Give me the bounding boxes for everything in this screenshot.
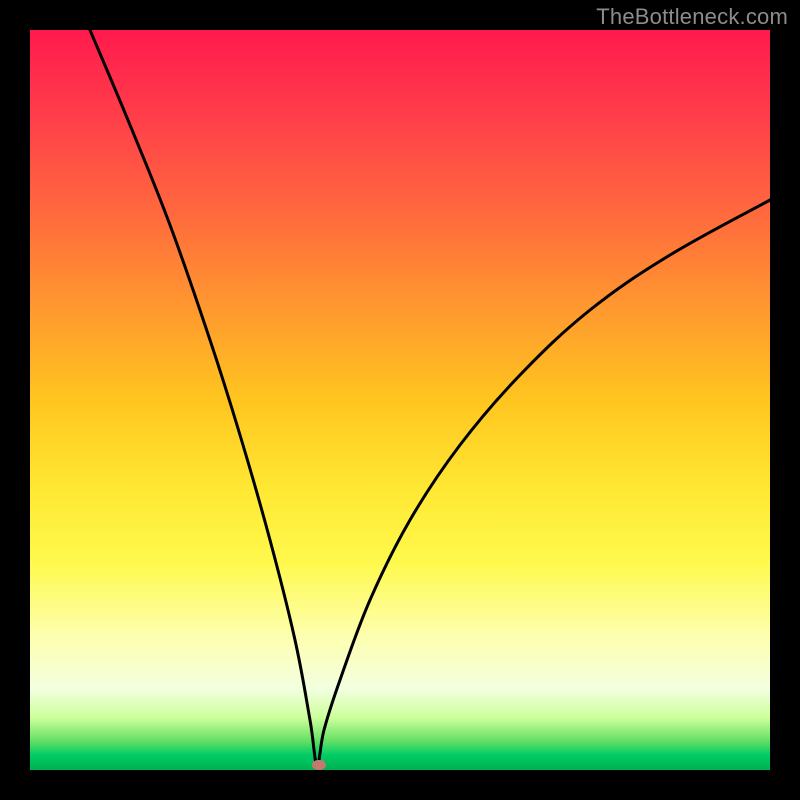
bottleneck-curve bbox=[30, 30, 770, 770]
watermark-text: TheBottleneck.com bbox=[596, 4, 788, 30]
chart-frame: TheBottleneck.com bbox=[0, 0, 800, 800]
min-point-marker bbox=[312, 760, 326, 770]
plot-area bbox=[30, 30, 770, 770]
